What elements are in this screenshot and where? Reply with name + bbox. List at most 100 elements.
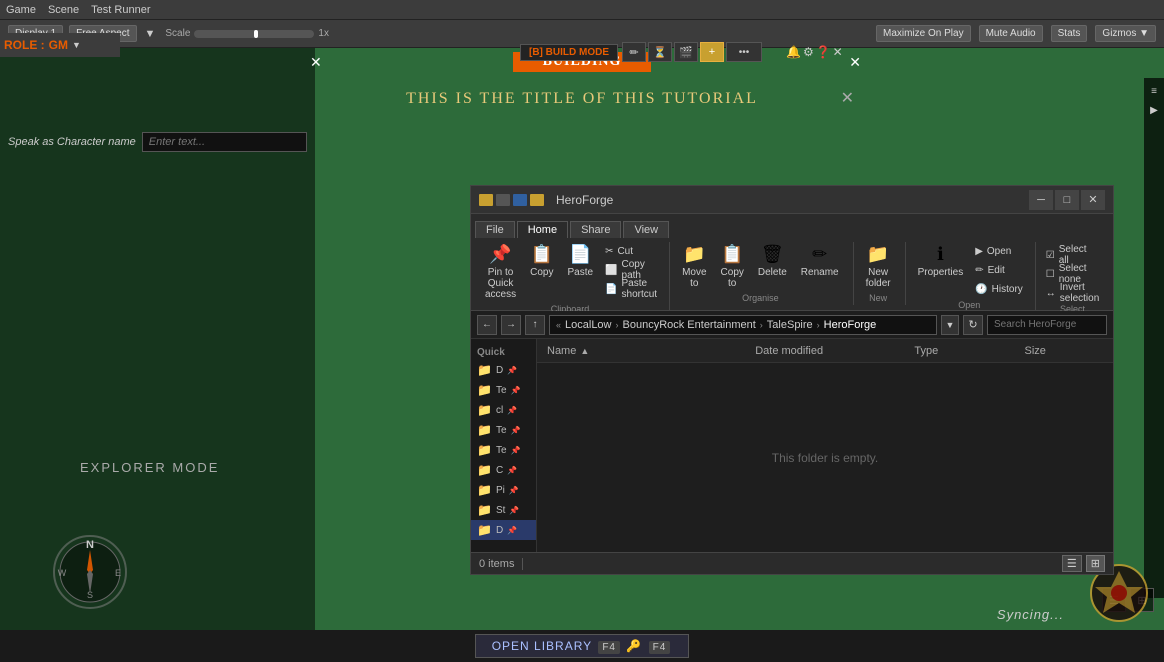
paste-icon: 📄 [569, 244, 591, 265]
test-runner-tab[interactable]: Test Runner [91, 4, 150, 16]
building-close-right[interactable]: ✕ [849, 54, 861, 71]
fe-grid-view-btn[interactable]: ⊞ [1086, 555, 1105, 572]
fe-new-label: New [869, 293, 887, 305]
fe-rename-btn[interactable]: ✏ Rename [795, 242, 845, 280]
fe-paste-btn[interactable]: 📄 Paste [561, 242, 599, 280]
col-date-label: Date modified [755, 345, 823, 357]
open-library-btn[interactable]: Open Library F4 🔑 F4 [475, 634, 690, 658]
fe-sidebar-item-5[interactable]: 📁 Te 📌 [471, 440, 536, 460]
toolbar-right: Maximize On Play Mute Audio Stats Gizmos… [876, 25, 1156, 42]
ts-gear-icon[interactable]: ⚙ [803, 45, 814, 59]
fe-history-btn[interactable]: 🕐 History [971, 280, 1027, 298]
tutorial-close-icon[interactable]: ✕ [841, 88, 854, 108]
fe-address-dropdown-btn[interactable]: ▼ [941, 315, 959, 335]
fe-new-folder-btn[interactable]: 📁 Newfolder [860, 242, 897, 291]
fe-sidebar-item-8[interactable]: 📁 St 📌 [471, 500, 536, 520]
ts-right-icon-2[interactable]: ▶ [1150, 105, 1158, 116]
fe-open-btn[interactable]: ▶ Open [971, 242, 1027, 260]
col-size-label: Size [1025, 345, 1046, 357]
fe-sidebar-item-3[interactable]: 📁 cl 📌 [471, 400, 536, 420]
aspect-dropdown-icon[interactable]: ▼ [141, 26, 160, 42]
fe-properties-btn[interactable]: ℹ Properties [912, 242, 970, 280]
speak-as-input[interactable] [142, 132, 307, 152]
address-part-bouncyrock[interactable]: BouncyRock Entertainment [623, 319, 756, 331]
address-part-heroforge[interactable]: HeroForge [824, 319, 877, 331]
fe-copy-path-btn[interactable]: ⬜ Copy path [601, 261, 661, 279]
fe-view-buttons: ☰ ⊞ [1062, 555, 1105, 572]
building-close-left[interactable]: ✕ [310, 54, 322, 71]
fe-tab-home[interactable]: Home [517, 221, 568, 238]
maximize-on-play-btn[interactable]: Maximize On Play [876, 25, 971, 42]
fe-select-small-group: ☑ Select all ☐ Select none ↔ Invert sele… [1042, 246, 1103, 302]
fe-search-input[interactable] [987, 315, 1107, 335]
fe-tab-share[interactable]: Share [570, 221, 621, 238]
stats-btn[interactable]: Stats [1051, 25, 1088, 42]
fe-cut-btn[interactable]: ✂ Cut [601, 242, 661, 260]
fe-close-btn[interactable]: ✕ [1081, 190, 1105, 210]
address-part-talespire[interactable]: TaleSpire [767, 319, 813, 331]
fe-list-view-btn[interactable]: ☰ [1062, 555, 1082, 572]
fe-sidebar-item-9[interactable]: 📁 D 📌 [471, 520, 536, 540]
delete-icon: 🗑 [761, 244, 784, 265]
svg-text:W: W [58, 568, 67, 578]
fe-sidebar-item-6[interactable]: 📁 C 📌 [471, 460, 536, 480]
ts-plus-btn[interactable]: + [700, 42, 724, 62]
fe-sidebar-item-7[interactable]: 📁 Pi 📌 [471, 480, 536, 500]
fe-sidebar-item-2[interactable]: 📁 Te 📌 [471, 380, 536, 400]
fe-select-all-btn[interactable]: ☑ Select all [1042, 246, 1103, 264]
fe-new-group: 📁 Newfolder New [860, 242, 906, 305]
fe-edit-btn[interactable]: ✏ Edit [971, 261, 1027, 279]
game-tab[interactable]: Game [6, 4, 36, 16]
invert-icon: ↔ [1046, 288, 1056, 299]
fe-col-name-header[interactable]: Name ▲ [541, 345, 749, 357]
ts-right-icon-1[interactable]: ≡ [1151, 86, 1157, 97]
fe-forward-btn[interactable]: → [501, 315, 521, 335]
fe-col-date-header[interactable]: Date modified [749, 345, 908, 357]
col-name-label: Name [547, 345, 576, 357]
fe-content-area: Name ▲ Date modified Type Size This fold… [537, 339, 1113, 552]
fe-copy-to-btn[interactable]: 📋 Copyto [715, 242, 750, 291]
address-chevron-3: › [817, 320, 820, 330]
fe-sidebar-item-1[interactable]: 📁 D 📌 [471, 360, 536, 380]
fe-tab-view[interactable]: View [623, 221, 669, 238]
ts-pencil-btn[interactable]: ✏ [622, 42, 646, 62]
ts-bell-icon[interactable]: 🔔 [786, 45, 801, 59]
address-part-localapp[interactable]: LocalLow [565, 319, 611, 331]
speak-as-label: Speak as Character name [8, 136, 136, 148]
fe-up-btn[interactable]: ↑ [525, 315, 545, 335]
fe-delete-btn[interactable]: 🗑 Delete [752, 242, 793, 280]
fe-main-area: Quick 📁 D 📌 📁 Te 📌 📁 cl 📌 📁 Te 📌 [471, 339, 1113, 552]
fe-sidebar-item-4[interactable]: 📁 Te 📌 [471, 420, 536, 440]
fe-maximize-btn[interactable]: □ [1055, 190, 1079, 210]
fe-sidebar-label-2: Te [496, 385, 507, 396]
fe-move-to-btn[interactable]: 📁 Moveto [676, 242, 712, 291]
role-dropdown-icon[interactable]: ▼ [72, 40, 81, 50]
fe-col-type-header[interactable]: Type [908, 345, 1018, 357]
ts-x-icon[interactable]: ✕ [833, 45, 843, 59]
folder-icon-4: 📁 [477, 423, 492, 437]
fe-refresh-btn[interactable]: ↻ [963, 315, 983, 335]
fe-pin-to-quick-access-btn[interactable]: 📌 Pin to Quickaccess [479, 242, 522, 302]
pin-icon-8: 📌 [509, 506, 519, 515]
address-chevron-1: › [616, 320, 619, 330]
fe-copy-btn[interactable]: 📋 Copy [524, 242, 559, 280]
scale-slider[interactable] [194, 30, 314, 38]
fe-invert-selection-btn[interactable]: ↔ Invert selection [1042, 284, 1103, 302]
fe-quick-access-label: Quick [471, 343, 536, 360]
ts-notification-icons: 🔔 ⚙ ❓ ✕ [786, 45, 843, 59]
mute-audio-btn[interactable]: Mute Audio [979, 25, 1043, 42]
fe-folder-icon-3 [513, 194, 527, 206]
select-none-icon: ☐ [1046, 269, 1055, 280]
ts-film-btn[interactable]: 🎬 [674, 42, 698, 62]
scene-tab[interactable]: Scene [48, 4, 79, 16]
fe-col-size-header[interactable]: Size [1019, 345, 1109, 357]
fe-paste-shortcut-btn[interactable]: 📄 Paste shortcut [601, 280, 661, 298]
ts-dots-btn[interactable]: ••• [726, 42, 762, 62]
ts-question-icon[interactable]: ❓ [816, 45, 831, 59]
fe-select-none-btn[interactable]: ☐ Select none [1042, 265, 1103, 283]
gizmos-btn[interactable]: Gizmos ▼ [1095, 25, 1156, 42]
fe-back-btn[interactable]: ← [477, 315, 497, 335]
fe-tab-file[interactable]: File [475, 221, 515, 238]
fe-minimize-btn[interactable]: ─ [1029, 190, 1053, 210]
ts-hourglass-btn[interactable]: ⏳ [648, 42, 672, 62]
